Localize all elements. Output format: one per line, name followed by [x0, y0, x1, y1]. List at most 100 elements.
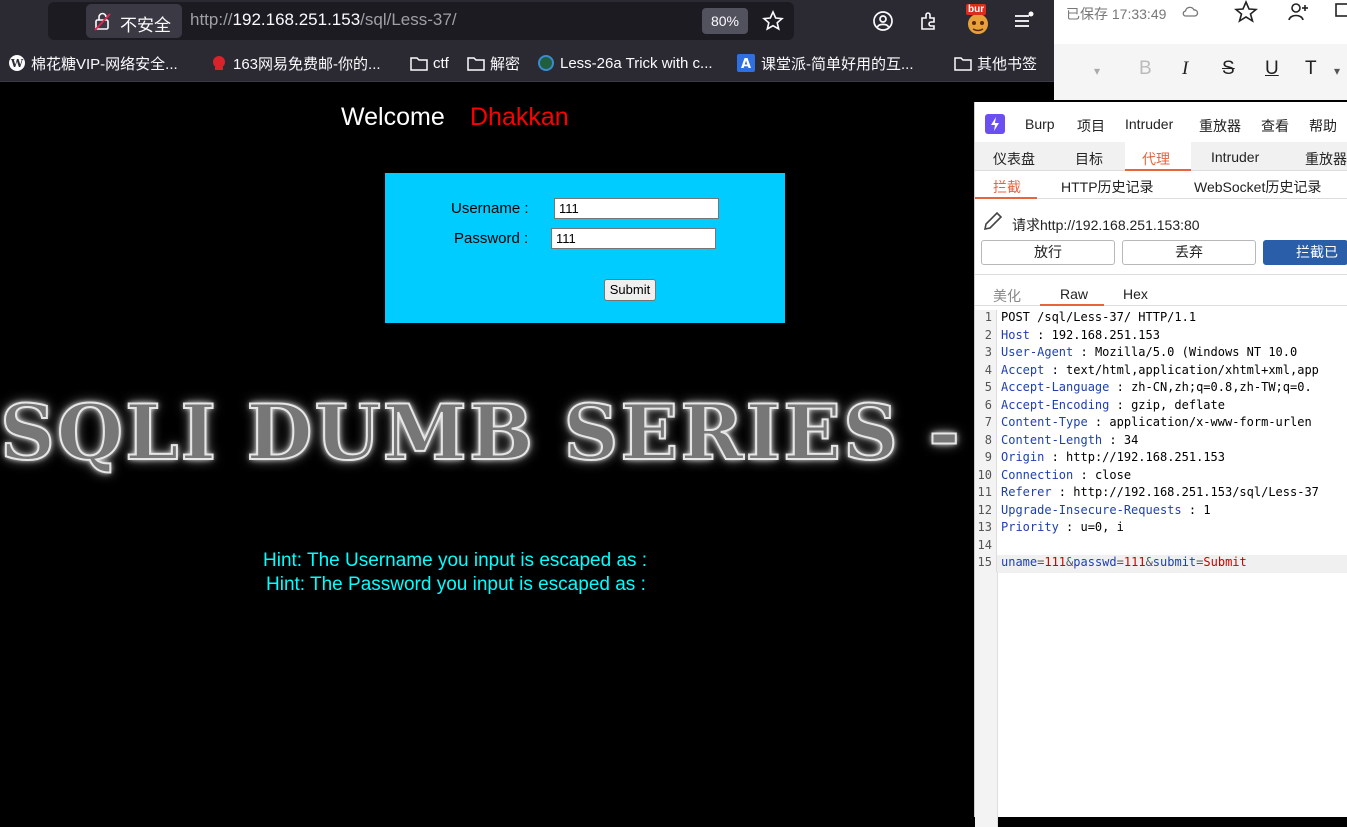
tab-intercept[interactable]: 拦截 [975, 172, 1037, 199]
header-line: 8 Content-Length : 34 [975, 432, 1347, 450]
tab-pretty[interactable]: 美化 [993, 286, 1021, 306]
tab-intercept-label: 拦截 [993, 179, 1021, 195]
bookmark-label: Less-26a Trick with c... [560, 54, 713, 72]
header-line: 9 Origin : http://192.168.251.153 [975, 450, 1347, 468]
account-icon[interactable] [872, 10, 894, 32]
bookmark-folder[interactable]: 解密 [467, 53, 520, 73]
bookmarks-bar: W 棉花糖VIP-网络安全... 163网易免费邮-你的... ctf 解密 L… [0, 44, 1054, 82]
tab-http-history[interactable]: HTTP历史记录 [1061, 177, 1154, 197]
body-line: 15 uname=111&passwd=111&submit=Submit [975, 555, 1347, 573]
tab-proxy-label: 代理 [1142, 151, 1170, 167]
bookmark-item[interactable]: Less-26a Trick with c... [537, 53, 713, 73]
zoom-level-badge[interactable]: 80% [702, 8, 748, 34]
hint-password: Hint: The Password you input is escaped … [266, 574, 646, 595]
bookmark-item[interactable]: A 课堂派-简单好用的互... [736, 53, 914, 73]
menu-project[interactable]: 项目 [1077, 116, 1105, 136]
folder-icon [467, 55, 485, 71]
header-line: 6 Accept-Encoding : gzip, deflate [975, 397, 1347, 415]
folder-icon [410, 55, 428, 71]
tab-target[interactable]: 目标 [1075, 149, 1103, 169]
favorite-star-icon[interactable] [1234, 0, 1258, 24]
welcome-username: Dhakkan [470, 103, 569, 131]
bookmark-label: 课堂派-简单好用的互... [761, 55, 914, 73]
password-label: Password : [454, 230, 529, 247]
browser-toolbar: 不安全 http://192.168.251.153/sql/Less-37/ … [0, 0, 1054, 44]
bookmark-label: ctf [433, 54, 449, 72]
tab-raw[interactable]: Raw [1040, 275, 1104, 306]
text-style-button[interactable]: T [1305, 58, 1317, 80]
tab-websocket-history[interactable]: WebSocket历史记录 [1194, 177, 1321, 197]
header-line: 10 Connection : close [975, 467, 1347, 485]
header-line: 3 User-Agent : Mozilla/5.0 (Windows NT 10… [975, 345, 1347, 363]
bookmark-item[interactable]: W 棉花糖VIP-网络安全... [8, 53, 178, 73]
folder-icon [954, 55, 972, 71]
header-line: 5 Accept-Language : zh-CN,zh;q=0.8,zh-TW;… [975, 380, 1347, 398]
url-path: /sql/Less-37/ [360, 10, 457, 29]
globe-icon [537, 54, 555, 72]
header-line: 13 Priority : u=0, i [975, 520, 1347, 538]
forward-button[interactable]: 放行 [981, 240, 1115, 265]
svg-text:W: W [10, 57, 24, 70]
tab-repeater[interactable]: 重放器 [1305, 149, 1347, 169]
bookmark-label: 其他书签 [977, 55, 1038, 73]
burp-logo-icon [985, 114, 1005, 134]
present-icon[interactable] [1334, 0, 1347, 24]
underline-button[interactable]: U [1265, 58, 1279, 80]
burp-extension-icon[interactable]: bur [964, 4, 992, 36]
menu-help[interactable]: 帮助 [1309, 116, 1337, 136]
dropdown-chevron-icon[interactable]: ▾ [1334, 64, 1340, 78]
edit-pencil-icon [981, 209, 1005, 233]
drop-button[interactable]: 丢弃 [1122, 240, 1256, 265]
netease-icon [210, 54, 228, 72]
menu-repeater[interactable]: 重放器 [1199, 116, 1241, 136]
message-view-tabs [975, 274, 1347, 306]
url-host: 192.168.251.153 [232, 10, 361, 29]
url-prefix: http:// [190, 10, 233, 29]
burp-suite-window: Burp 项目 Intruder 重放器 查看 帮助 仪表盘 目标 代理 Int… [974, 102, 1347, 827]
hint-username: Hint: The Username you input is escaped … [263, 550, 648, 571]
ketangpai-icon: A [736, 53, 756, 73]
insecure-lock-icon [94, 11, 112, 31]
cloud-icon [1181, 4, 1199, 18]
url-text[interactable]: http://192.168.251.153/sql/Less-37/ [190, 10, 457, 30]
strikethrough-button[interactable]: S [1222, 58, 1235, 80]
tab-dashboard[interactable]: 仪表盘 [993, 149, 1035, 169]
password-input[interactable]: 111 [551, 228, 716, 249]
welcome-text: Welcome [341, 103, 445, 131]
blank-line: 14 [975, 537, 1347, 555]
bookmark-folder[interactable]: ctf [410, 53, 449, 73]
bookmark-item[interactable]: 163网易免费邮-你的... [210, 53, 381, 73]
doc-saved-status: 已保存 17:33:49 [1066, 6, 1167, 22]
request-target-label: 请求http://192.168.251.153:80 [1012, 217, 1200, 233]
tab-hex[interactable]: Hex [1123, 286, 1148, 302]
extensions-icon[interactable] [918, 10, 940, 32]
app-menu-icon[interactable] [1012, 10, 1034, 32]
svg-text:A: A [741, 57, 751, 72]
header-line: 11 Referer : http://192.168.251.153/sql/L… [975, 485, 1347, 503]
intercept-toggle-button[interactable]: 拦截已开 [1263, 240, 1347, 265]
bookmark-label: 解密 [490, 55, 521, 73]
doc-editor-toolbar: 已保存 17:33:49 ▾ B I S U T ▾ [1054, 0, 1347, 100]
italic-button[interactable]: I [1182, 58, 1188, 80]
add-user-icon[interactable] [1286, 0, 1310, 24]
menu-burp[interactable]: Burp [1025, 116, 1055, 132]
tab-proxy[interactable]: 代理 [1125, 142, 1191, 171]
request-line: 1 POST /sql/Less-37/ HTTP/1.1 [975, 310, 1347, 328]
security-indicator[interactable]: 不安全 [86, 4, 182, 38]
menu-view[interactable]: 查看 [1261, 116, 1289, 136]
username-label: Username : [451, 200, 529, 217]
raw-request-editor[interactable]: 1 POST /sql/Less-37/ HTTP/1.1 2 Host : 192… [975, 310, 1347, 827]
username-input[interactable]: 111 [554, 198, 719, 219]
submit-button[interactable]: Submit [604, 279, 656, 301]
menu-intruder[interactable]: Intruder [1125, 116, 1173, 132]
dropdown-chevron-icon[interactable]: ▾ [1094, 64, 1100, 78]
banner-title: SQLI DUMB SERIES - 37 [0, 387, 1101, 478]
extension-badge: bur [966, 4, 987, 15]
login-form: Username : 111 Password : 111 Submit [385, 173, 785, 323]
bookmark-label: 棉花糖VIP-网络安全... [31, 55, 178, 73]
bookmark-folder[interactable]: 其他书签 [954, 53, 1037, 73]
tab-intruder[interactable]: Intruder [1211, 149, 1259, 165]
bookmark-star-icon[interactable] [762, 10, 784, 32]
bold-button[interactable]: B [1139, 58, 1152, 80]
bookmark-label: 163网易免费邮-你的... [233, 55, 381, 73]
